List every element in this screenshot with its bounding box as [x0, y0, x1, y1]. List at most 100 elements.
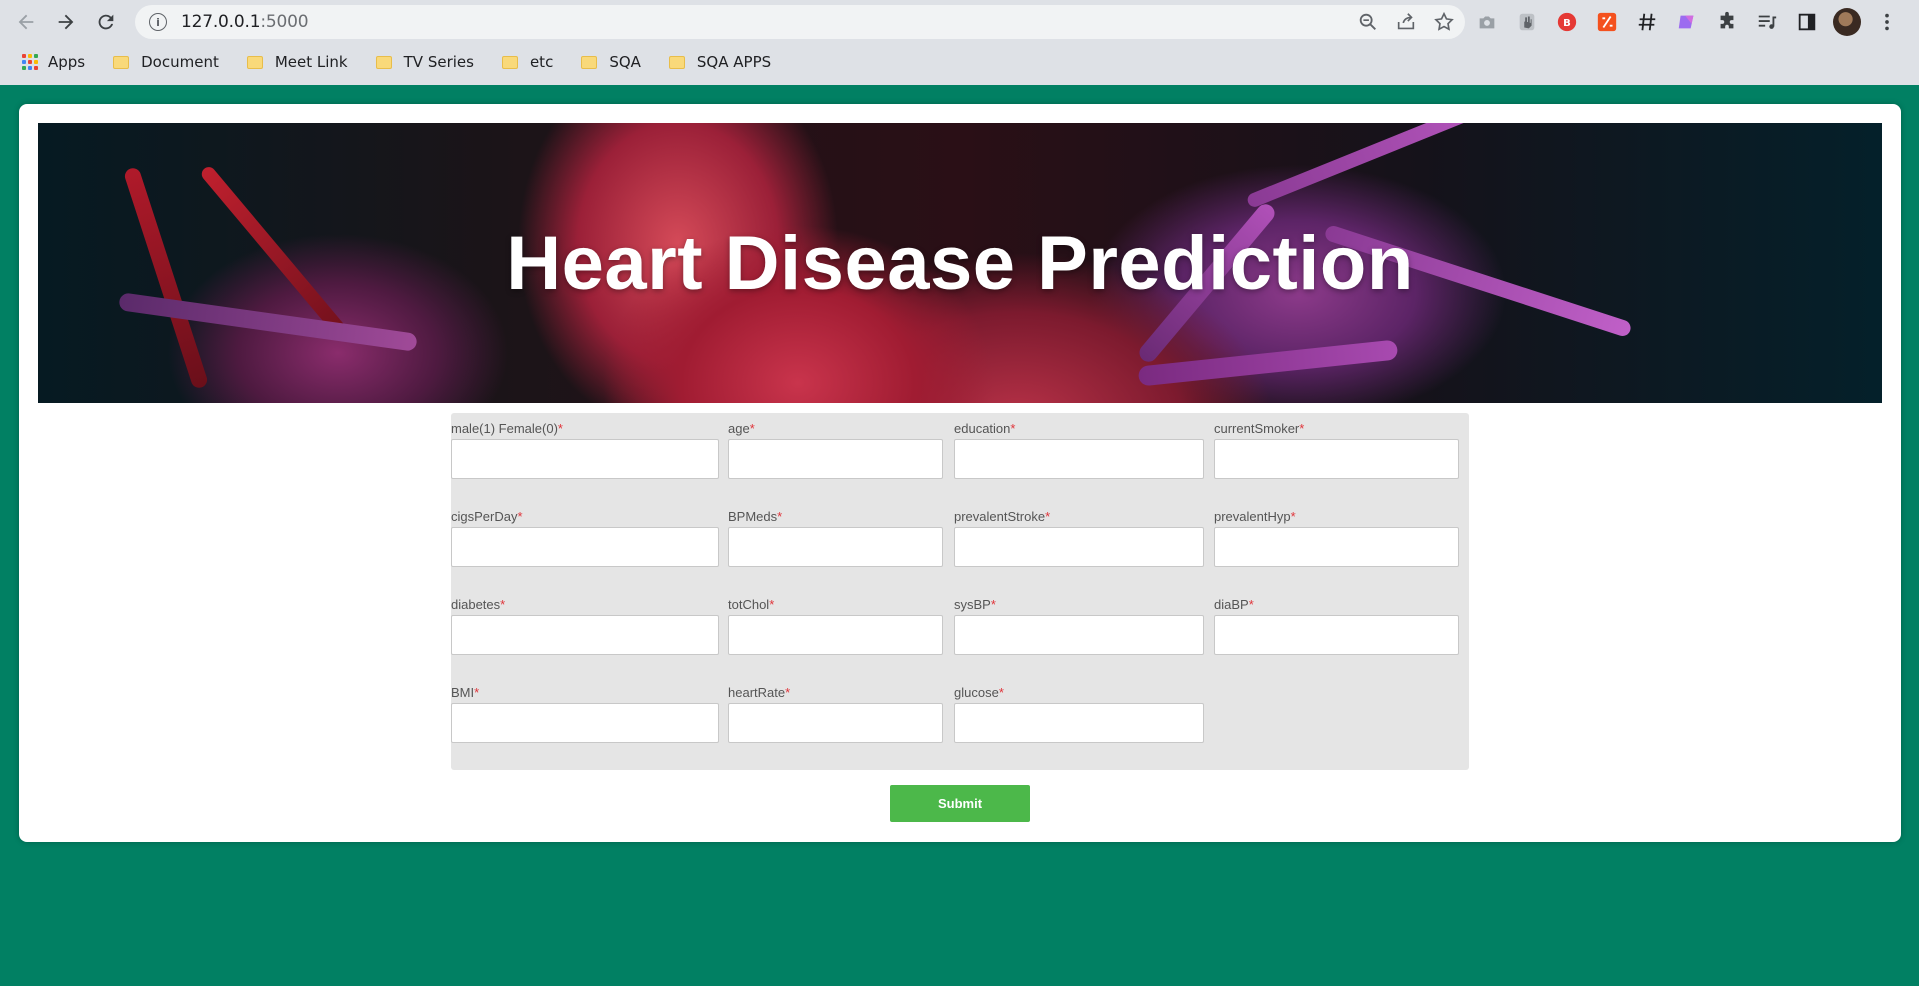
- camera-extension-button[interactable]: [1473, 8, 1501, 36]
- media-controls-button[interactable]: [1753, 8, 1781, 36]
- forward-button[interactable]: [46, 2, 86, 42]
- bookmark-document[interactable]: Document: [109, 48, 229, 76]
- camera-icon: [1479, 16, 1495, 29]
- male-input[interactable]: [451, 439, 719, 479]
- field-bmi: BMI*: [451, 683, 719, 743]
- prevalent-stroke-input[interactable]: [954, 527, 1204, 567]
- site-info-icon[interactable]: i: [149, 13, 167, 31]
- bookmark-label: TV Series: [403, 53, 474, 71]
- current-smoker-input[interactable]: [1214, 439, 1459, 479]
- field-label: BPMeds*: [728, 509, 783, 524]
- bookmarks-bar: Apps Document Meet Link TV Series etc SQ…: [0, 44, 1919, 80]
- field-label: glucose*: [954, 685, 1004, 700]
- red-b-icon: B: [1557, 12, 1577, 32]
- field-prevalent-stroke: prevalentStroke*: [954, 507, 1204, 567]
- profile-button[interactable]: [1833, 8, 1861, 36]
- field-label: prevalentStroke*: [954, 509, 1051, 524]
- field-label: currentSmoker*: [1214, 421, 1305, 436]
- field-bp-meds: BPMeds*: [728, 507, 943, 567]
- avatar: [1833, 8, 1861, 36]
- bp-meds-input[interactable]: [728, 527, 943, 567]
- field-cigs-per-day: cigsPerDay*: [451, 507, 719, 567]
- field-heart-rate: heartRate*: [728, 683, 943, 743]
- prediction-form: male(1) Female(0)* age* education* curre…: [451, 413, 1469, 770]
- purple-gem-icon: [1678, 15, 1694, 29]
- extensions-area: B: [1473, 0, 1901, 44]
- field-dia-bp: diaBP*: [1214, 595, 1459, 655]
- dia-bp-input[interactable]: [1214, 615, 1459, 655]
- share-icon[interactable]: [1395, 11, 1417, 33]
- bookmark-label: SQA APPS: [696, 53, 772, 71]
- field-label: education*: [954, 421, 1016, 436]
- browser-menu-button[interactable]: [1873, 8, 1901, 36]
- svg-text:B: B: [1563, 18, 1571, 29]
- bookmark-sqa[interactable]: SQA: [577, 48, 651, 76]
- back-button[interactable]: [6, 2, 46, 42]
- field-label: male(1) Female(0)*: [451, 421, 563, 436]
- kebab-menu-icon: [1885, 13, 1889, 31]
- browser-toolbar: i 127.0.0.1:5000 B: [0, 0, 1919, 44]
- field-label: diabetes*: [451, 597, 506, 612]
- field-age: age*: [728, 419, 943, 479]
- age-input[interactable]: [728, 439, 943, 479]
- field-education: education*: [954, 419, 1204, 479]
- field-tot-chol: totChol*: [728, 595, 943, 655]
- address-bar-actions: [1357, 5, 1455, 39]
- field-male: male(1) Female(0)*: [451, 419, 719, 479]
- tot-chol-input[interactable]: [728, 615, 943, 655]
- hero-banner: Heart Disease Prediction: [38, 123, 1882, 403]
- hash-extension-button[interactable]: [1633, 8, 1661, 36]
- bookmark-label: Meet Link: [274, 53, 348, 71]
- glucose-input[interactable]: [954, 703, 1204, 743]
- field-current-smoker: currentSmoker*: [1214, 419, 1459, 479]
- address-bar[interactable]: i 127.0.0.1:5000: [135, 5, 1465, 39]
- folder-icon: [246, 55, 263, 69]
- hash-icon: [1638, 13, 1656, 31]
- red-b-extension-button[interactable]: B: [1553, 8, 1581, 36]
- forward-arrow-icon: [58, 14, 74, 30]
- field-label: totChol*: [728, 597, 775, 612]
- folder-icon: [375, 55, 392, 69]
- folder-icon: [501, 55, 518, 69]
- puzzle-icon: [1720, 11, 1734, 29]
- field-sys-bp: sysBP*: [954, 595, 1204, 655]
- side-panel-button[interactable]: [1793, 8, 1821, 36]
- bookmark-tv-series[interactable]: TV Series: [372, 48, 484, 76]
- folder-icon: [113, 55, 130, 69]
- apps-grid-icon: [22, 54, 38, 70]
- side-panel-icon: [1798, 13, 1816, 31]
- diabetes-input[interactable]: [451, 615, 719, 655]
- sys-bp-input[interactable]: [954, 615, 1204, 655]
- playlist-icon: [1758, 15, 1777, 29]
- education-input[interactable]: [954, 439, 1204, 479]
- shield-hand-extension-button[interactable]: [1513, 8, 1541, 36]
- orange-slash-icon: [1597, 12, 1617, 32]
- zoom-icon[interactable]: [1357, 11, 1379, 33]
- bookmark-label: Apps: [48, 53, 86, 71]
- bookmark-apps[interactable]: Apps: [18, 48, 95, 76]
- bmi-input[interactable]: [451, 703, 719, 743]
- field-glucose: glucose*: [954, 683, 1204, 743]
- field-label: age*: [728, 421, 755, 436]
- url-text: 127.0.0.1:5000: [181, 12, 309, 32]
- bookmark-label: SQA: [609, 53, 641, 71]
- bookmark-etc[interactable]: etc: [498, 48, 563, 76]
- heart-rate-input[interactable]: [728, 703, 943, 743]
- bookmark-label: etc: [529, 53, 554, 71]
- reload-button[interactable]: [86, 2, 126, 42]
- bookmark-meet-link[interactable]: Meet Link: [243, 48, 358, 76]
- folder-icon: [668, 55, 685, 69]
- back-arrow-icon: [18, 14, 34, 30]
- main-card: Heart Disease Prediction male(1) Female(…: [19, 104, 1901, 842]
- field-label: BMI*: [451, 685, 480, 700]
- extensions-menu-button[interactable]: [1713, 8, 1741, 36]
- reload-icon: [98, 14, 114, 30]
- page-title: Heart Disease Prediction: [506, 220, 1414, 306]
- prevalent-hyp-input[interactable]: [1214, 527, 1459, 567]
- bookmark-sqa-apps[interactable]: SQA APPS: [665, 48, 781, 76]
- purple-gem-extension-button[interactable]: [1673, 8, 1701, 36]
- orange-slash-extension-button[interactable]: [1593, 8, 1621, 36]
- submit-button[interactable]: Submit: [890, 785, 1030, 822]
- bookmark-star-icon[interactable]: [1433, 11, 1455, 33]
- cigs-per-day-input[interactable]: [451, 527, 719, 567]
